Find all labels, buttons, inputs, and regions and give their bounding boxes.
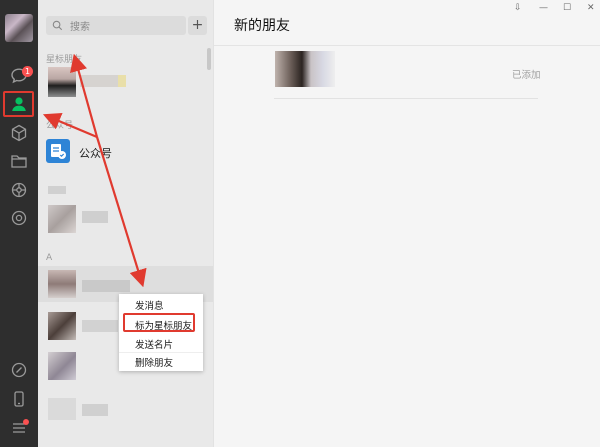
list-scrollbar[interactable] — [207, 48, 211, 70]
pin-icon[interactable]: ⇩ — [514, 3, 522, 13]
app-window: 1 搜索 + 星标朋友 公众号 公众号 A 发消息 标为星标朋友 发送名片 删除… — [0, 0, 600, 447]
nav-rail: 1 — [0, 0, 38, 447]
avatar[interactable] — [5, 14, 33, 42]
aperture-icon[interactable] — [9, 208, 29, 228]
menu-dot-badge — [23, 419, 29, 425]
contact-name-blurred — [82, 211, 108, 223]
contact-name-blurred — [82, 280, 130, 292]
chat-unread-badge: 1 — [22, 66, 33, 77]
page-title: 新的朋友 — [234, 18, 290, 34]
folder-icon[interactable] — [9, 151, 29, 171]
section-starred-friends: 星标朋友 — [46, 55, 83, 65]
menu-divider — [119, 352, 203, 353]
contacts-annotation-box — [3, 91, 34, 117]
contact-avatar[interactable] — [48, 270, 76, 298]
minimize-icon[interactable]: — — [539, 3, 548, 13]
maximize-icon[interactable]: ☐ — [563, 3, 571, 13]
section-letter-a: A — [46, 253, 53, 263]
phone-icon[interactable] — [9, 389, 29, 409]
main-panel: ⇩ — ☐ ✕ 新的朋友 已添加 — [213, 0, 600, 447]
blurred-row — [48, 186, 66, 194]
request-status: 已添加 — [512, 70, 541, 81]
search-icon — [52, 20, 63, 31]
search-placeholder: 搜索 — [70, 22, 90, 33]
official-account-label[interactable]: 公众号 — [79, 145, 112, 161]
menu-item-send-card[interactable]: 发送名片 — [135, 337, 173, 351]
cube-icon[interactable] — [9, 123, 29, 143]
link-icon[interactable] — [9, 360, 29, 380]
add-contact-button[interactable]: + — [188, 16, 207, 35]
contact-avatar[interactable] — [48, 312, 76, 340]
starred-contact-tag-blurred — [118, 75, 126, 87]
context-menu: 发消息 标为星标朋友 发送名片 删除朋友 — [119, 294, 203, 371]
contact-list: 搜索 + 星标朋友 公众号 公众号 A — [38, 0, 213, 447]
star-friend-annotation-box — [123, 313, 195, 332]
contact-avatar[interactable] — [48, 205, 76, 233]
title-divider — [214, 45, 600, 46]
menu-item-send-message[interactable]: 发消息 — [135, 298, 164, 312]
search-input[interactable]: 搜索 — [46, 16, 186, 35]
contact-avatar[interactable] — [48, 398, 76, 420]
section-official-accounts: 公众号 — [46, 121, 74, 131]
close-icon[interactable]: ✕ — [587, 3, 595, 13]
contact-name-blurred — [82, 320, 118, 332]
starred-contact-avatar[interactable] — [48, 67, 76, 97]
mini-program-icon[interactable] — [9, 180, 29, 200]
new-friend-avatar[interactable] — [275, 51, 335, 87]
starred-contact-name-blurred — [80, 75, 120, 87]
official-account-icon[interactable] — [46, 139, 70, 163]
contact-avatar[interactable] — [48, 352, 76, 380]
contact-name-blurred — [82, 404, 108, 416]
menu-item-delete-friend[interactable]: 删除朋友 — [135, 355, 173, 369]
request-divider — [274, 98, 538, 99]
